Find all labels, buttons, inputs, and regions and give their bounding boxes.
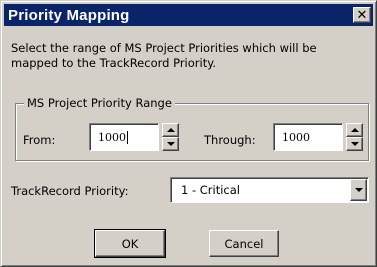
from-label: From:: [23, 133, 56, 147]
close-button[interactable]: ✕: [353, 7, 371, 23]
priority-range-legend: MS Project Priority Range: [24, 96, 175, 110]
from-spin-down-button[interactable]: [162, 137, 179, 151]
trackrecord-priority-label: TrackRecord Priority:: [11, 184, 129, 198]
text-cursor: [127, 130, 128, 144]
spin-down-arrow-icon: [166, 142, 175, 146]
through-input[interactable]: 1000: [273, 123, 343, 151]
through-value: 1000: [282, 130, 310, 144]
close-icon: ✕: [356, 7, 368, 23]
spin-down-arrow-icon: [350, 142, 359, 146]
ok-button[interactable]: OK: [94, 229, 166, 258]
from-spinner: [162, 123, 179, 151]
spin-up-arrow-icon: [350, 128, 359, 132]
ok-button-label: OK: [121, 236, 139, 251]
through-spinner: [346, 123, 363, 151]
chevron-down-icon: [354, 188, 363, 192]
title-bar[interactable]: Priority Mapping ✕: [4, 4, 373, 26]
priority-mapping-dialog: Priority Mapping ✕ Select the range of M…: [0, 0, 377, 267]
through-label: Through:: [204, 133, 256, 147]
through-spin-up-button[interactable]: [346, 123, 363, 137]
cancel-button[interactable]: Cancel: [209, 230, 279, 257]
instructions-text: Select the range of MS Project Prioritie…: [11, 41, 317, 70]
spin-up-arrow-icon: [166, 128, 175, 132]
from-spin-up-button[interactable]: [162, 123, 179, 137]
from-value: 1000: [98, 130, 126, 144]
cancel-button-label: Cancel: [224, 236, 264, 251]
trackrecord-priority-select[interactable]: 1 - Critical: [170, 177, 369, 203]
through-spin-down-button[interactable]: [346, 137, 363, 151]
window-title: Priority Mapping: [8, 6, 130, 24]
from-input[interactable]: 1000: [89, 123, 159, 151]
trackrecord-priority-value: 1 - Critical: [181, 183, 240, 197]
dropdown-button[interactable]: [350, 179, 367, 201]
